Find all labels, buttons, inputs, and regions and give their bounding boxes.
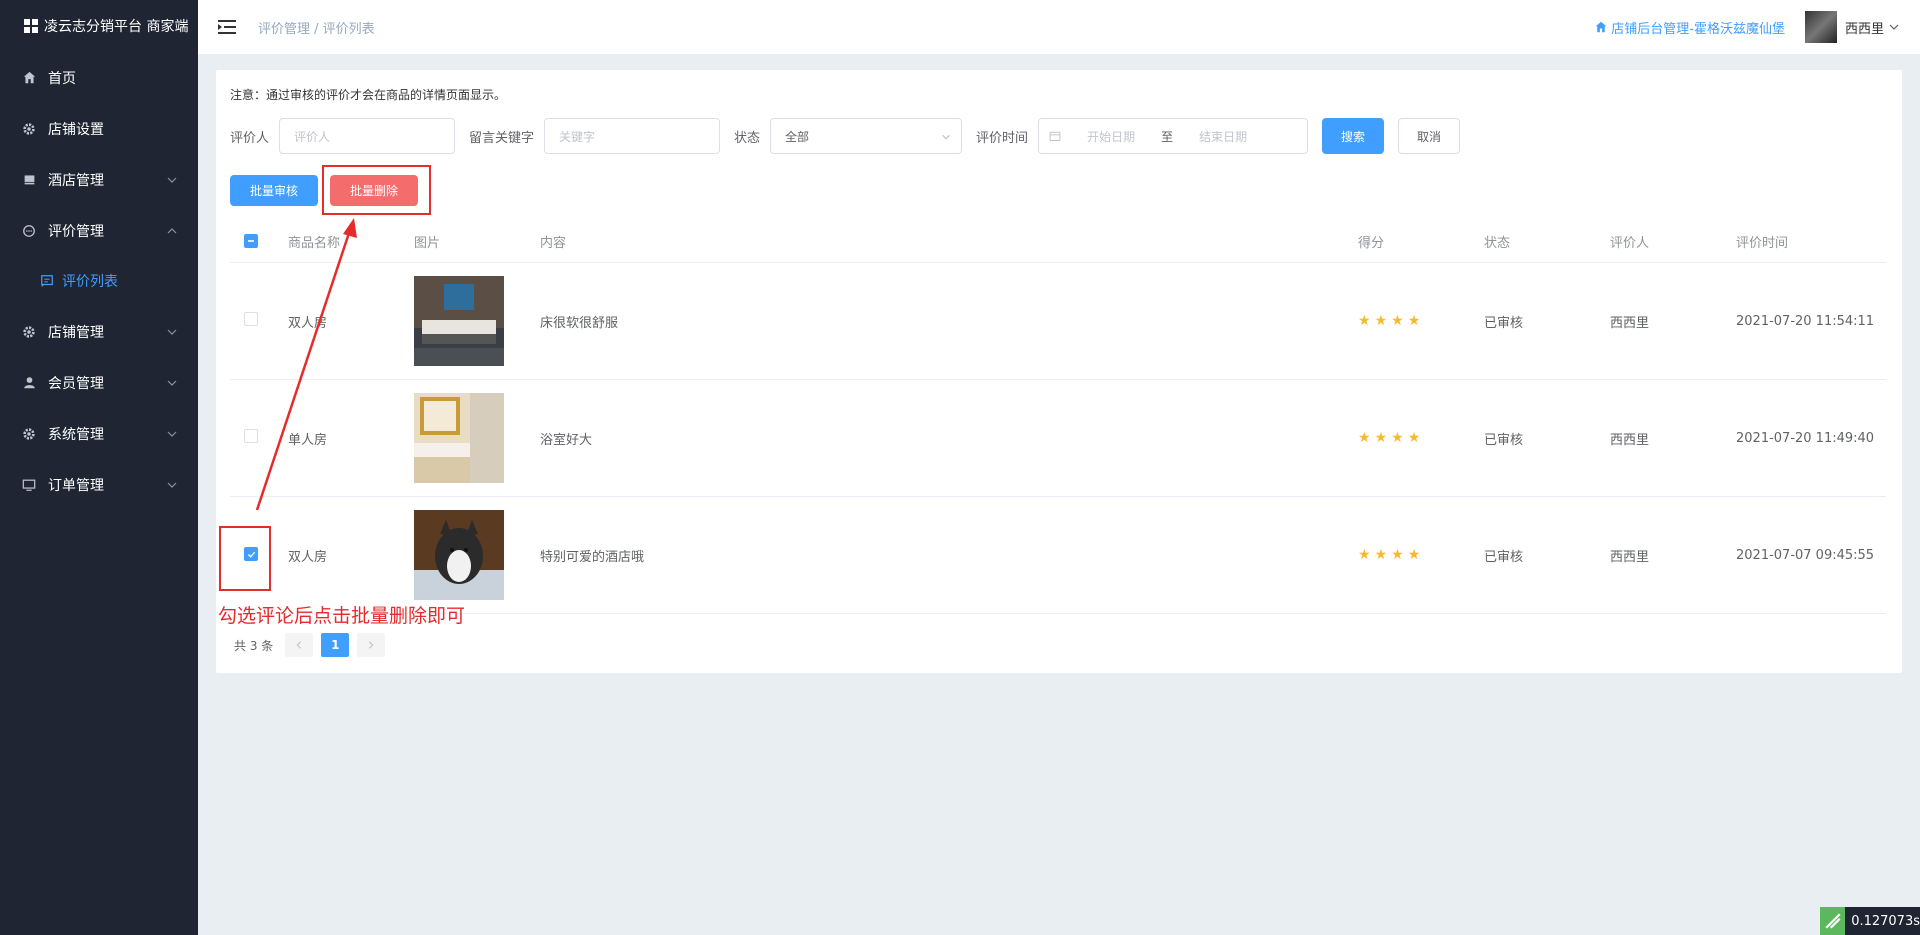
annotation-text: 勾选评论后点击批量删除即可 xyxy=(218,605,466,627)
load-time: 0.127073s xyxy=(1851,913,1920,929)
speed-logo-icon xyxy=(1820,907,1846,935)
load-time-badge: 0.127073s xyxy=(1820,907,1920,935)
annotation-arrow xyxy=(255,218,357,511)
